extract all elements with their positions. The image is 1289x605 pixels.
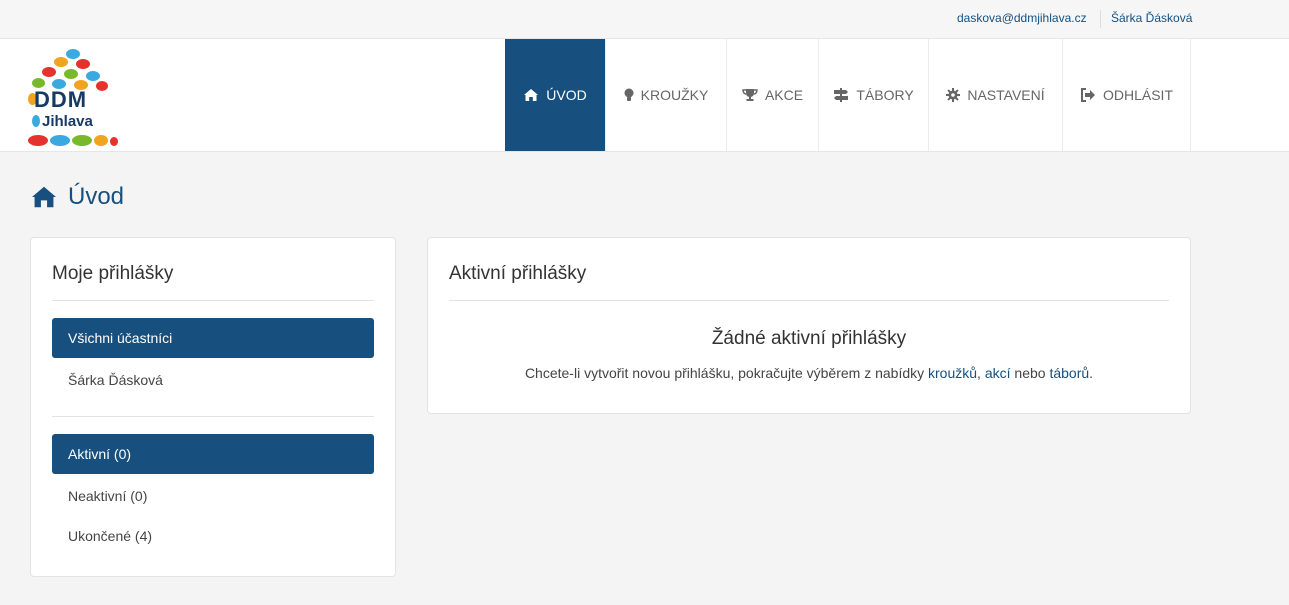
logout-icon: [1080, 88, 1096, 102]
top-bar: daskova@ddmjihlava.cz Šárka Ďásková: [0, 0, 1289, 39]
main-navbar: DDM Jihlava ÚVOD KROUŽKY AKCE TÁBORY NAS…: [0, 39, 1289, 152]
nav-label: AKCE: [764, 87, 804, 103]
home-icon: [30, 185, 58, 209]
card-title: Moje přihlášky: [52, 263, 174, 284]
nav-label: TÁBORY: [856, 87, 914, 103]
home-icon: [523, 88, 539, 102]
card-title: Aktivní přihlášky: [449, 263, 587, 284]
divider: [449, 300, 1169, 301]
nav-label: ÚVOD: [546, 87, 587, 103]
nav-label: ODHLÁSIT: [1102, 87, 1173, 103]
filter-finished[interactable]: Ukončené (4): [68, 528, 152, 544]
nav-tabory[interactable]: TÁBORY: [818, 39, 928, 151]
active-applications-card: Aktivní přihlášky Žádné aktivní přihlášk…: [427, 237, 1191, 414]
empty-text-prefix: Chcete-li vytvořit novou přihlášku, pokr…: [524, 365, 925, 381]
user-name-link[interactable]: Šárka Ďásková: [1111, 11, 1192, 25]
nav-divider: [1190, 39, 1191, 151]
empty-state-text: Chcete-li vytvořit novou přihlášku, pokr…: [428, 365, 1190, 381]
gear-icon: [946, 88, 961, 102]
user-email-link[interactable]: daskova@ddmjihlava.cz: [957, 11, 1087, 25]
link-akce[interactable]: akcí: [985, 365, 1011, 381]
word-nebo: nebo: [1014, 365, 1046, 381]
nav-krouzky[interactable]: KROUŽKY: [605, 39, 726, 151]
nav-akce[interactable]: AKCE: [726, 39, 818, 151]
filter-active[interactable]: Aktivní (0): [52, 434, 374, 474]
participant-item[interactable]: Šárka Ďásková: [68, 372, 163, 388]
link-tabory[interactable]: táborů: [1049, 365, 1089, 381]
ddm-logo[interactable]: DDM Jihlava: [28, 47, 120, 147]
trophy-icon: [742, 88, 758, 102]
lightbulb-icon: [624, 88, 634, 102]
topbar-divider: [1100, 10, 1101, 28]
divider: [52, 300, 374, 301]
participant-all[interactable]: Všichni účastníci: [52, 318, 374, 358]
signpost-icon: [833, 88, 849, 102]
page-title: Úvod: [30, 183, 124, 211]
nav-label: KROUŽKY: [640, 87, 709, 103]
logo-text-jihlava: Jihlava: [42, 113, 93, 130]
nav-uvod[interactable]: ÚVOD: [505, 39, 605, 151]
empty-state-title: Žádné aktivní přihlášky: [711, 328, 907, 349]
period: .: [1089, 365, 1094, 381]
page-title-text: Úvod: [68, 183, 125, 210]
filter-inactive[interactable]: Neaktivní (0): [68, 488, 147, 504]
nav-odhlasit[interactable]: ODHLÁSIT: [1062, 39, 1190, 151]
comma: ,: [977, 365, 981, 381]
link-krouzky[interactable]: kroužků: [928, 365, 977, 381]
nav-nastaveni[interactable]: NASTAVENÍ: [928, 39, 1062, 151]
divider: [52, 416, 374, 417]
nav-label: NASTAVENÍ: [967, 87, 1045, 103]
my-applications-card: Moje přihlášky Všichni účastníci Šárka Ď…: [30, 237, 396, 577]
logo-text-ddm: DDM: [34, 87, 88, 112]
